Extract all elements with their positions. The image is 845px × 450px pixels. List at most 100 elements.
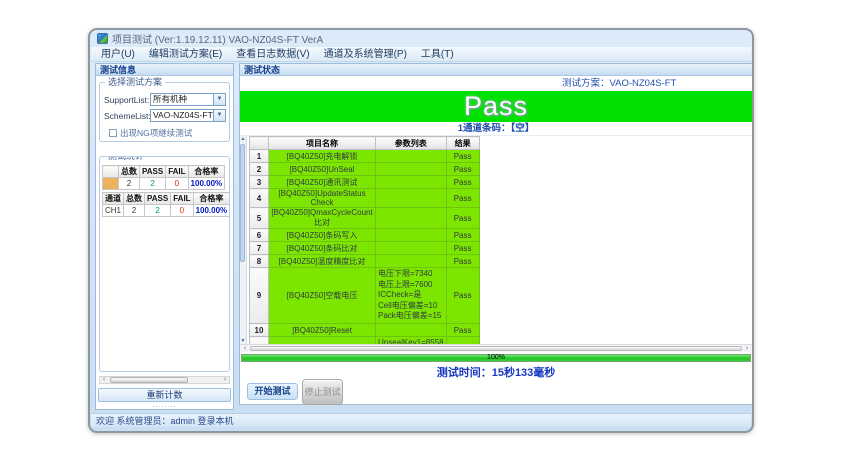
window-title: 项目测试 (Ver:1.19.12.11) VAO-NZ04S-FT VerA	[112, 31, 323, 46]
item-result: Pass	[446, 324, 479, 337]
row-number: 11	[250, 337, 269, 345]
item-params	[376, 176, 447, 189]
chevron-down-icon[interactable]: ▼	[213, 110, 225, 121]
table-row[interactable]: 11 [BQ40Z50]UnSeal UnsealKey1=8558 Unsea…	[250, 337, 480, 345]
left-panel-horizontal-scrollbar[interactable]: ‹ ›	[99, 376, 230, 384]
channel-rate: 100.00%	[193, 205, 230, 217]
summary-header-row: 总数 PASS FAIL 合格率	[103, 166, 225, 178]
item-result: Pass	[446, 189, 479, 208]
test-stats-group-label: 测试统计	[105, 156, 147, 161]
channel-barcode-line: 1通道条码：【空】	[240, 122, 752, 136]
test-time-label: 测试时间：15秒133毫秒	[240, 364, 752, 379]
scheme-select-group-label: 选择测试方案	[105, 77, 165, 87]
supportlist-row: SupportList: 所有机种 ▼	[104, 93, 226, 106]
scroll-left-icon[interactable]: ‹	[100, 377, 108, 383]
continue-on-ng-checkbox[interactable]	[109, 129, 117, 137]
item-result: Pass	[446, 242, 479, 255]
channel-name: CH1	[103, 205, 124, 217]
table-row[interactable]: 2 [BQ40Z50]UnSeal Pass	[250, 163, 480, 176]
scrollbar-thumb[interactable]	[240, 144, 245, 262]
summary-pass: 2	[140, 178, 166, 190]
item-params	[376, 163, 447, 176]
table-row[interactable]: 1 [BQ40Z50]充电解锁 Pass	[250, 150, 480, 163]
item-name: [BQ40Z50]通讯测试	[269, 176, 376, 189]
item-result: Pass	[446, 150, 479, 163]
table-row[interactable]: 8 [BQ40Z50]温度精度比对 Pass	[250, 255, 480, 268]
item-params	[376, 255, 447, 268]
header-result: 结果	[446, 137, 479, 150]
row-number: 1	[250, 150, 269, 163]
item-name: [BQ40Z50]Reset	[269, 324, 376, 337]
test-status-panel: 测试状态 测试方案：VAO-NZ04S-FT Pass 1通道条码：【空】 ▲ …	[239, 63, 753, 405]
chevron-down-icon[interactable]: ▼	[213, 94, 225, 105]
schemelist-label: SchemeList:	[104, 111, 150, 121]
table-row[interactable]: 3 [BQ40Z50]通讯测试 Pass	[250, 176, 480, 189]
start-test-button[interactable]: 开始测试	[247, 383, 298, 400]
resize-grip-dots: ........	[96, 402, 233, 409]
table-row[interactable]: 9 [BQ40Z50]空载电压 电压下限=7340 电压上限=7600 ICCh…	[250, 268, 480, 324]
scrollbar-thumb[interactable]	[250, 346, 742, 351]
scroll-right-icon[interactable]: ›	[743, 345, 751, 353]
item-params: UnsealKey1=8558 UnsealKey2=6126	[376, 337, 447, 345]
menu-tools[interactable]: 工具(T)	[414, 47, 461, 62]
supportlist-dropdown[interactable]: 所有机种 ▼	[150, 93, 226, 106]
item-params	[376, 150, 447, 163]
item-name: [BQ40Z50]温度精度比对	[269, 255, 376, 268]
test-table-vertical-scrollbar[interactable]: ▲ ▼	[240, 136, 247, 344]
table-row[interactable]: 7 [BQ40Z50]条码比对 Pass	[250, 242, 480, 255]
item-params	[376, 208, 447, 229]
result-banner: Pass	[240, 91, 752, 122]
summary-header-total: 总数	[119, 166, 140, 178]
channel-total: 2	[124, 205, 145, 217]
row-number: 6	[250, 229, 269, 242]
recount-button[interactable]: 重新计数	[98, 388, 231, 402]
continue-on-ng-label: 出现NG项继续测试	[120, 127, 192, 139]
table-row[interactable]: 5 [BQ40Z50]QmaxCycleCount比对 Pass	[250, 208, 480, 229]
menu-edit-scheme[interactable]: 编辑测试方案(E)	[142, 47, 229, 62]
summary-header-fail: FAIL	[166, 166, 188, 178]
app-window: 项目测试 (Ver:1.19.12.11) VAO-NZ04S-FT VerA …	[88, 28, 754, 433]
item-name: [BQ40Z50]条码比对	[269, 242, 376, 255]
scroll-left-icon[interactable]: ‹	[241, 345, 249, 353]
scroll-right-icon[interactable]: ›	[221, 377, 229, 383]
title-bar[interactable]: 项目测试 (Ver:1.19.12.11) VAO-NZ04S-FT VerA	[90, 30, 752, 47]
item-result: Pass	[446, 163, 479, 176]
row-number: 2	[250, 163, 269, 176]
row-number: 3	[250, 176, 269, 189]
table-row[interactable]: 6 [BQ40Z50]条码写入 Pass	[250, 229, 480, 242]
status-bar: 欢迎 系统管理员：admin 登录本机	[91, 413, 751, 427]
test-items-table: 项目名称 参数列表 结果 1 [BQ40Z50]充电解锁 Pass 2 [BQ4…	[249, 136, 480, 344]
item-name: [BQ40Z50]QmaxCycleCount比对	[269, 208, 376, 229]
menu-channel-system[interactable]: 通道及系统管理(P)	[317, 47, 414, 62]
item-result: Pass	[446, 176, 479, 189]
row-number: 4	[250, 189, 269, 208]
progress-percent-label: 100%	[242, 354, 750, 361]
scrollbar-thumb[interactable]	[110, 377, 188, 383]
item-result: Pass	[446, 229, 479, 242]
item-name: [BQ40Z50]UnSeal	[269, 337, 376, 345]
schemelist-dropdown[interactable]: VAO-NZ04S-FT ▼	[150, 109, 226, 122]
item-name: [BQ40Z50]充电解锁	[269, 150, 376, 163]
table-row[interactable]: 4 [BQ40Z50]UpdateStatus Check Pass	[250, 189, 480, 208]
test-table-horizontal-scrollbar[interactable]: ‹ ›	[240, 344, 752, 352]
table-row[interactable]: 10 [BQ40Z50]Reset Pass	[250, 324, 480, 337]
channel-fail: 0	[171, 205, 193, 217]
menu-view-log[interactable]: 查看日志数据(V)	[229, 47, 316, 62]
summary-header-blank	[103, 166, 119, 178]
summary-fail: 0	[166, 178, 188, 190]
channel-header-pass: PASS	[145, 193, 171, 205]
row-number: 9	[250, 268, 269, 324]
item-name: [BQ40Z50]空载电压	[269, 268, 376, 324]
test-stats-group: 测试统计 总数 PASS FAIL 合格率 2 2 0 100.00%	[99, 156, 230, 372]
supportlist-label: SupportList:	[104, 95, 150, 105]
test-info-panel-title: 测试信息	[96, 64, 233, 76]
item-name: [BQ40Z50]UnSeal	[269, 163, 376, 176]
scroll-up-icon[interactable]: ▲	[240, 136, 246, 142]
test-status-panel-title: 测试状态	[240, 64, 752, 76]
schemelist-row: SchemeList: VAO-NZ04S-FT ▼	[104, 109, 226, 122]
menu-user[interactable]: 用户(U)	[94, 47, 142, 62]
item-params: 电压下限=7340 电压上限=7600 ICCheck=是 Cell电压偏差=1…	[376, 268, 447, 324]
channel-header-channel: 通道	[103, 193, 124, 205]
app-icon	[97, 33, 108, 44]
stop-test-button: 停止测试	[302, 379, 343, 405]
